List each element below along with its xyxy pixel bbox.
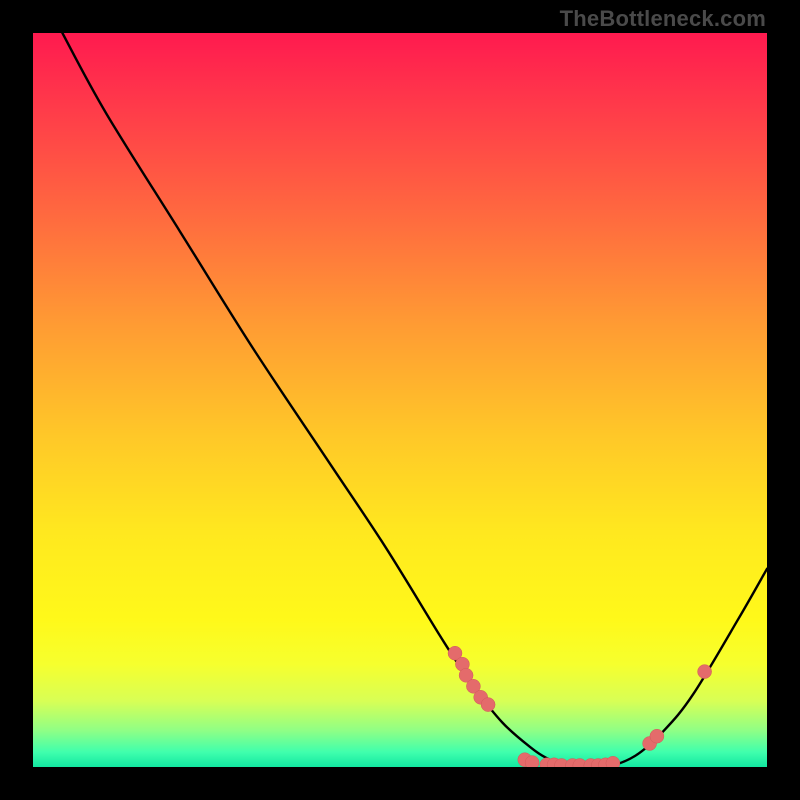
data-marker [525, 756, 539, 767]
data-marker [698, 665, 712, 679]
plot-area [33, 33, 767, 767]
data-marker [481, 698, 495, 712]
bottleneck-curve [62, 33, 767, 767]
data-marker [650, 729, 664, 743]
marker-group [448, 646, 712, 767]
data-marker [606, 756, 620, 767]
watermark-text: TheBottleneck.com [560, 6, 766, 32]
chart-frame: TheBottleneck.com [0, 0, 800, 800]
chart-overlay [33, 33, 767, 767]
